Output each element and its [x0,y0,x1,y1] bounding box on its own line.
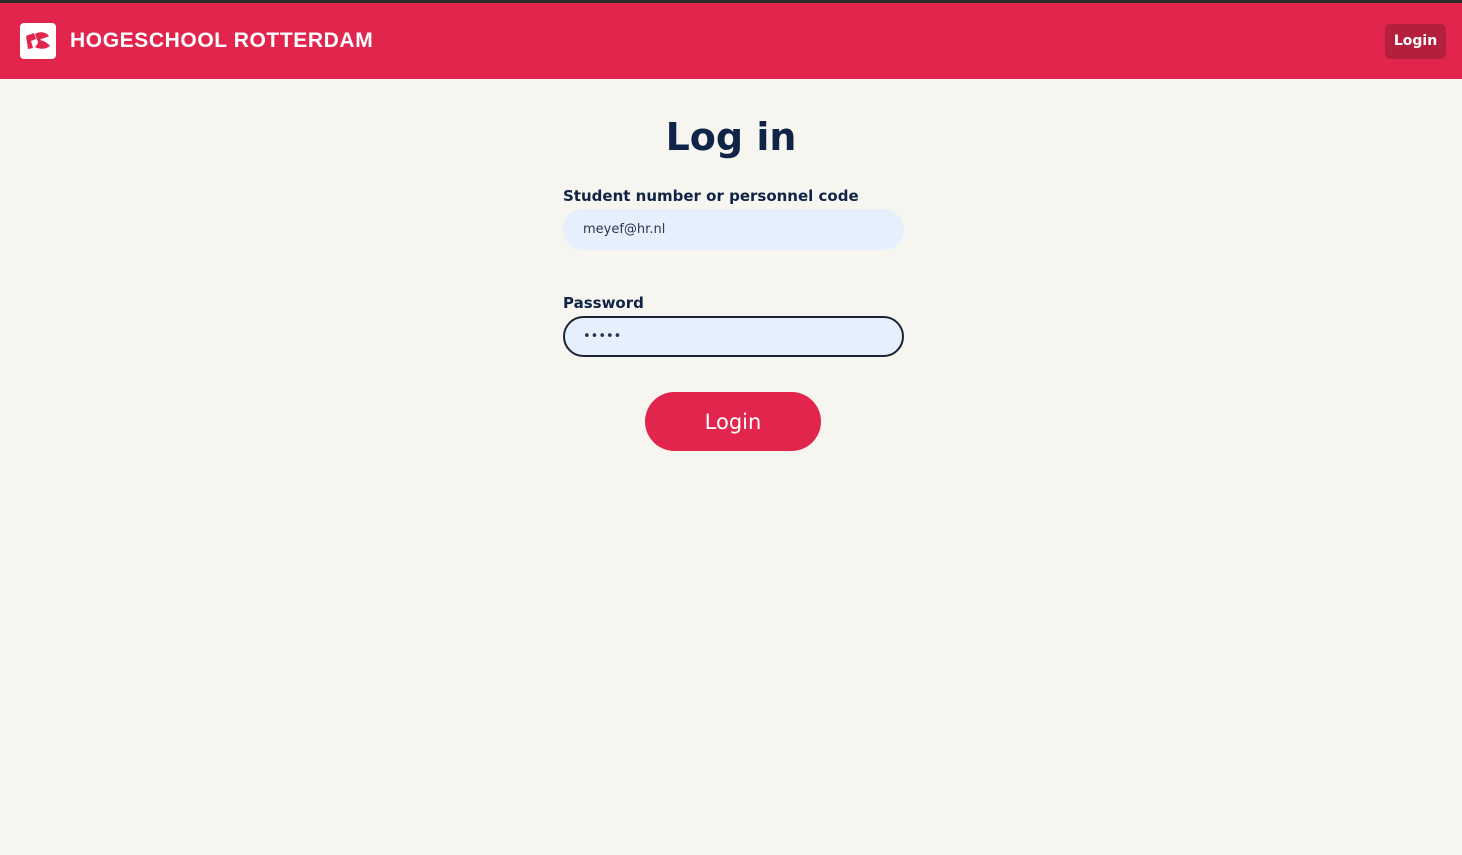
password-label: Password [563,294,644,312]
password-field[interactable] [563,316,904,357]
login-submit-button[interactable]: Login [645,392,821,451]
brand-name: HOGESCHOOL ROTTERDAM [70,29,374,52]
header-login-button[interactable]: Login [1385,23,1446,59]
username-group: Student number or personnel code [563,187,904,250]
hr-logo-icon [20,23,56,59]
site-header: HOGESCHOOL ROTTERDAM Login [0,3,1462,79]
login-page: Log in Student number or personnel code … [0,79,1462,855]
brand[interactable]: HOGESCHOOL ROTTERDAM [20,23,373,59]
page-title: Log in [665,115,797,159]
username-label: Student number or personnel code [563,187,859,205]
username-field[interactable] [563,209,904,250]
password-group: Password [563,294,904,357]
